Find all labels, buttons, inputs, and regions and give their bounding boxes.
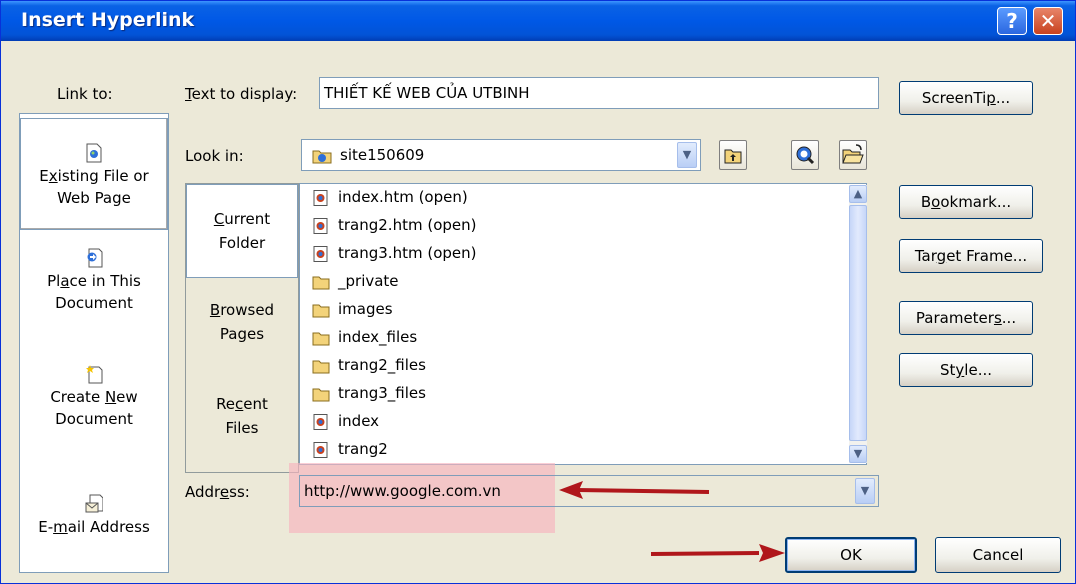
browse-web-icon	[796, 146, 815, 165]
up-folder-icon	[724, 149, 742, 164]
web-page-icon	[313, 245, 328, 262]
scroll-up-arrow[interactable]: ▲	[849, 185, 867, 203]
browse-web-button[interactable]	[791, 140, 819, 170]
link-email-address[interactable]: E-mail Address	[20, 494, 168, 538]
help-button[interactable]: ?	[997, 7, 1027, 35]
style-button[interactable]: Style...	[899, 353, 1033, 387]
look-in-combo[interactable]: site150609	[301, 139, 701, 171]
ok-button[interactable]: OK	[785, 537, 917, 573]
insert-hyperlink-dialog: Insert Hyperlink ? ✕ Link to: Existing F…	[0, 0, 1076, 584]
parameters-button[interactable]: Parameters...	[899, 301, 1033, 335]
annotation-arrow-icon	[650, 544, 785, 562]
browse-tabs: Current Folder Browsed Pages Recent File…	[185, 183, 299, 473]
title-bar[interactable]: Insert Hyperlink ? ✕	[1, 1, 1075, 41]
scroll-thumb[interactable]	[849, 205, 867, 441]
web-folder-icon	[312, 150, 332, 163]
target-frame-button[interactable]: Target Frame...	[899, 239, 1043, 273]
link-create-new-document[interactable]: Create New Document	[20, 364, 168, 430]
look-in-value: site150609	[340, 146, 425, 164]
folder-icon	[312, 388, 330, 401]
existing-file-icon	[86, 143, 102, 163]
folder-icon	[312, 332, 330, 345]
annotation-arrow-icon	[559, 481, 710, 499]
folder-icon	[312, 304, 330, 317]
email-icon	[85, 494, 103, 513]
address-label: Address:	[185, 483, 250, 501]
text-to-display-input[interactable]: THIẾT KẾ WEB CỦA UTBINH	[319, 77, 879, 109]
list-item[interactable]: trang3.htm (open)	[312, 240, 477, 268]
new-document-icon	[86, 365, 103, 384]
file-list-scrollbar[interactable]: ▲ ▼	[849, 185, 867, 463]
web-page-icon	[313, 189, 328, 206]
list-item[interactable]: index_files	[312, 324, 417, 352]
web-page-icon	[313, 217, 328, 234]
close-button[interactable]: ✕	[1033, 7, 1063, 35]
tab-browsed-pages[interactable]: Browsed Pages	[186, 298, 298, 346]
scroll-down-arrow[interactable]: ▼	[849, 445, 867, 463]
tab-recent-files[interactable]: Recent Files	[186, 392, 298, 440]
address-dropdown-arrow[interactable]: ▼	[855, 478, 875, 504]
dialog-title: Insert Hyperlink	[21, 9, 195, 31]
up-one-folder-button[interactable]	[719, 140, 747, 170]
web-page-icon	[313, 441, 328, 458]
list-item[interactable]: images	[312, 296, 393, 324]
cancel-button[interactable]: Cancel	[935, 537, 1061, 573]
list-item[interactable]: _private	[312, 268, 399, 296]
look-in-label: Look in:	[185, 147, 244, 165]
folder-icon	[312, 360, 330, 373]
list-item[interactable]: index.htm (open)	[312, 184, 468, 212]
link-to-bar: Existing File or Web Page Place in This …	[19, 113, 169, 573]
text-to-display-label: Text to display:	[185, 85, 298, 103]
screentip-button[interactable]: ScreenTip...	[899, 81, 1033, 115]
folder-icon	[312, 276, 330, 289]
web-page-icon	[313, 413, 328, 430]
list-item[interactable]: trang2.htm (open)	[312, 212, 477, 240]
list-item[interactable]: index	[312, 408, 379, 436]
look-in-dropdown-arrow[interactable]: ▼	[677, 142, 697, 168]
list-item[interactable]: trang2_files	[312, 352, 426, 380]
bookmark-button[interactable]: Bookmark...	[899, 185, 1033, 219]
list-item[interactable]: trang3_files	[312, 380, 426, 408]
tab-current-folder[interactable]: Current Folder	[186, 184, 298, 278]
link-existing-file[interactable]: Existing File or Web Page	[20, 118, 168, 230]
open-folder-icon	[842, 144, 864, 164]
file-list[interactable]: index.htm (open) trang2.htm (open) trang…	[299, 183, 867, 465]
list-item[interactable]: trang2	[312, 436, 388, 464]
link-to-label: Link to:	[57, 85, 113, 103]
link-place-in-document[interactable]: Place in This Document	[20, 248, 168, 314]
place-in-document-icon	[87, 248, 103, 268]
browse-file-button[interactable]	[839, 140, 867, 170]
